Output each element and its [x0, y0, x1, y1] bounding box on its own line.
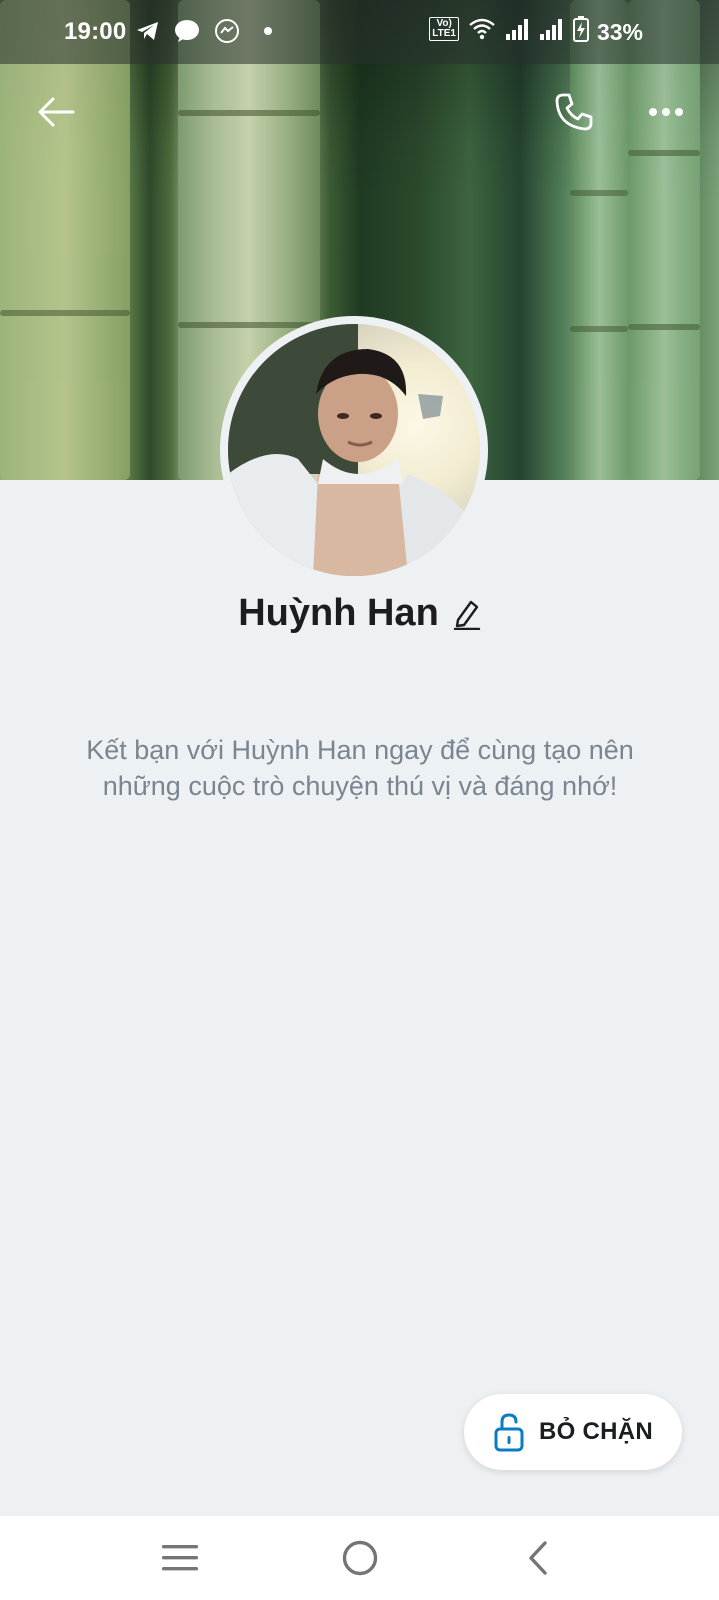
- friend-invite-message: Kết bạn với Huỳnh Han ngay để cùng tạo n…: [86, 735, 634, 801]
- pencil-icon[interactable]: [453, 598, 481, 630]
- unlock-icon: [494, 1413, 524, 1452]
- unblock-button[interactable]: BỎ CHẶN: [464, 1394, 682, 1470]
- phone-icon: [555, 93, 593, 131]
- back-nav-button[interactable]: [510, 1532, 566, 1584]
- system-icons: Vo) LTE1: [429, 16, 589, 42]
- battery-charging-icon: [573, 16, 589, 42]
- signal-icon: [540, 19, 562, 40]
- call-button[interactable]: [548, 86, 600, 138]
- arrow-left-icon: [38, 97, 75, 127]
- battery-percentage: 33%: [596, 19, 643, 45]
- profile-screen: 19:00 Vo) LTE1 33% Huỳnh Han Kết bạn với…: [0, 0, 719, 1600]
- messenger-icon: [175, 20, 199, 42]
- home-circle-icon: [342, 1540, 378, 1576]
- more-horizontal-icon: [649, 108, 683, 116]
- system-nav-bar: [0, 1516, 719, 1600]
- telegram-icon: [137, 22, 158, 40]
- back-chevron-icon: [529, 1541, 547, 1575]
- profile-name-row: Huỳnh Han: [0, 592, 719, 635]
- home-button[interactable]: [332, 1532, 388, 1584]
- recent-apps-button[interactable]: [152, 1532, 208, 1584]
- avatar[interactable]: [220, 316, 488, 584]
- back-button[interactable]: [30, 86, 82, 138]
- messenger-alt-icon: [215, 19, 239, 43]
- avatar-photo: [228, 324, 480, 576]
- network-badge: Vo) LTE1: [429, 17, 459, 41]
- signal-icon: [506, 19, 528, 40]
- wifi-icon: [469, 18, 495, 40]
- unblock-label: BỎ CHẶN: [538, 1418, 654, 1445]
- menu-icon: [162, 1545, 198, 1571]
- profile-name: Huỳnh Han: [238, 592, 439, 634]
- more-button[interactable]: [640, 86, 692, 138]
- notification-icons: [136, 18, 274, 44]
- avatar-portrait: [228, 324, 480, 576]
- status-bar: 19:00 Vo) LTE1 33%: [0, 0, 719, 64]
- dot-icon: [264, 27, 272, 35]
- status-time: 19:00: [64, 18, 127, 45]
